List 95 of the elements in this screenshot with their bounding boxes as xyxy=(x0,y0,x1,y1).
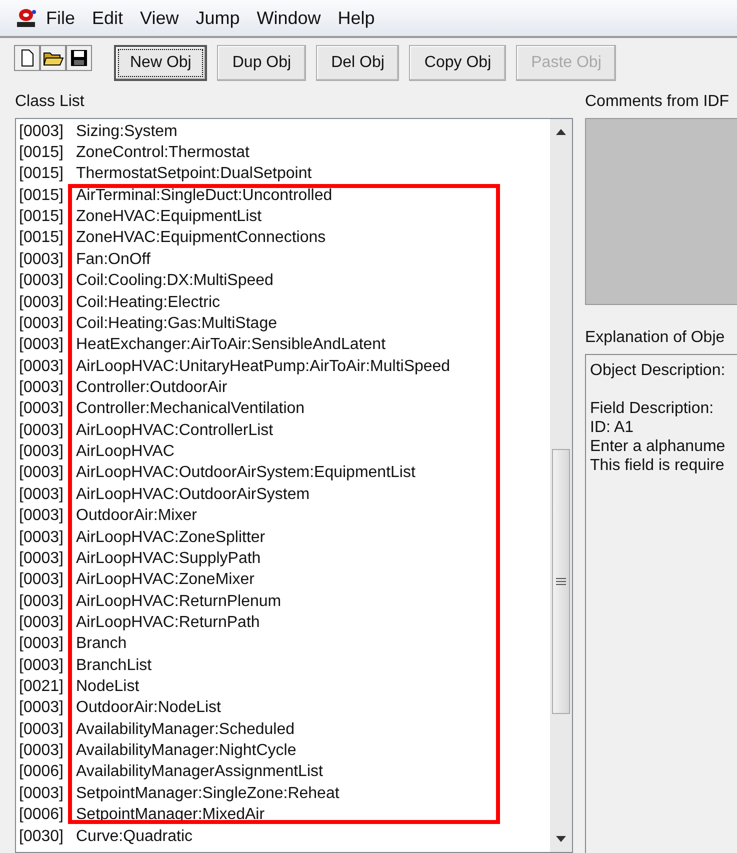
object-count: [0003] xyxy=(19,250,64,269)
class-name[interactable]: NodeList xyxy=(76,678,140,696)
object-count: [0003] xyxy=(19,592,64,611)
class-name[interactable]: Sizing:System xyxy=(76,122,178,141)
class-name[interactable]: SetpointManager:SingleZone:Reheat xyxy=(76,784,340,803)
class-name[interactable]: ThermostatSetpoint:DualSetpoint xyxy=(76,165,312,184)
class-name[interactable]: AirLoopHVAC:ReturnPlenum xyxy=(76,592,282,611)
class-name[interactable]: Coil:Heating:Electric xyxy=(76,294,220,312)
explanation-text: Enter a alphanume xyxy=(590,437,726,456)
grip-icon xyxy=(556,578,566,585)
object-count: [0003] xyxy=(19,571,64,590)
object-count: [0003] xyxy=(19,122,64,141)
class-name[interactable]: AirLoopHVAC:ControllerList xyxy=(76,422,274,440)
class-list-label: Class List xyxy=(15,93,86,111)
class-name[interactable]: OutdoorAir:NodeList xyxy=(76,699,221,718)
object-count: [0006] xyxy=(19,806,64,824)
class-name[interactable]: SetpointManager:MixedAir xyxy=(76,806,265,824)
scrollbar[interactable] xyxy=(550,119,572,852)
scroll-thumb[interactable] xyxy=(552,449,570,714)
object-count: [0015] xyxy=(19,208,64,226)
scroll-up-icon[interactable] xyxy=(556,129,566,135)
menu-item[interactable]: Help xyxy=(338,8,375,28)
open-folder-icon[interactable] xyxy=(40,45,66,71)
explanation-text: Field Description: xyxy=(590,399,715,418)
menu-item[interactable]: Jump xyxy=(196,8,240,28)
object-count: [0015] xyxy=(19,144,64,162)
class-name[interactable]: Branch xyxy=(76,635,127,654)
class-name[interactable]: Curve:Quadratic xyxy=(76,828,192,846)
toolbar-button[interactable]: Del Obj xyxy=(316,45,400,81)
class-name[interactable]: AirLoopHVAC:ZoneSplitter xyxy=(76,528,266,546)
class-name[interactable]: ZoneHVAC:EquipmentList xyxy=(76,208,262,226)
object-count: [0015] xyxy=(19,165,64,184)
class-name[interactable]: AirLoopHVAC:UnitaryHeatPump:AirToAir:MultiSpeed xyxy=(76,358,450,376)
class-name[interactable]: Fan:OnOff xyxy=(76,250,150,269)
comments-label: Comments from IDF xyxy=(585,93,730,111)
object-count: [0021] xyxy=(19,678,64,696)
explanation-text: Object Description: xyxy=(590,361,726,380)
explanation-text: This field is require xyxy=(590,456,726,475)
object-count: [0003] xyxy=(19,422,64,440)
class-name[interactable]: BranchList xyxy=(76,656,152,675)
class-name[interactable]: AirLoopHVAC:SupplyPath xyxy=(76,550,261,568)
explanation-label: Explanation of Obje xyxy=(585,329,726,347)
object-count: [0003] xyxy=(19,400,64,418)
app-logo-icon xyxy=(15,7,37,29)
object-count: [0003] xyxy=(19,742,64,760)
object-count: [0003] xyxy=(19,699,64,718)
toolbar-button[interactable]: Copy Obj xyxy=(409,45,506,81)
class-name[interactable]: AvailabilityManager:NightCycle xyxy=(76,742,296,760)
class-name[interactable]: AvailabilityManagerAssignmentList xyxy=(76,763,323,782)
object-count: [0003] xyxy=(19,358,64,376)
menu-item[interactable]: View xyxy=(140,8,179,28)
class-name[interactable]: Controller:MechanicalVentilation xyxy=(76,400,305,418)
object-count: [0003] xyxy=(19,784,64,803)
object-count: [0003] xyxy=(19,314,64,333)
class-name[interactable]: ZoneControl:Thermostat xyxy=(76,144,250,162)
toolbar-button[interactable]: New Obj xyxy=(114,45,208,81)
menu-item[interactable]: Edit xyxy=(92,8,124,28)
object-count: [0006] xyxy=(19,763,64,782)
class-name[interactable]: AirLoopHVAC:ReturnPath xyxy=(76,614,260,632)
class-name[interactable]: AvailabilityManager:Scheduled xyxy=(76,720,295,739)
class-name[interactable]: HeatExchanger:AirToAir:SensibleAndLatent xyxy=(76,336,386,354)
object-count: [0015] xyxy=(19,186,64,205)
save-icon[interactable] xyxy=(66,45,92,71)
object-count: [0003] xyxy=(19,272,64,290)
object-count: [0003] xyxy=(19,336,64,354)
explanation-text: ID: A1 xyxy=(590,418,635,437)
object-count: [0003] xyxy=(19,635,64,654)
class-name[interactable]: AirLoopHVAC:OutdoorAirSystem xyxy=(76,486,310,504)
class-name[interactable]: ZoneHVAC:EquipmentConnections xyxy=(76,229,326,248)
class-name[interactable]: AirLoopHVAC:ZoneMixer xyxy=(76,571,254,590)
object-count: [0003] xyxy=(19,614,64,632)
scroll-down-icon[interactable] xyxy=(556,836,566,842)
menu-item[interactable]: File xyxy=(46,8,76,28)
class-name[interactable]: AirTerminal:SingleDuct:Uncontrolled xyxy=(76,186,332,205)
object-count: [0015] xyxy=(19,229,64,248)
object-count: [0003] xyxy=(19,528,64,546)
class-name[interactable]: Controller:OutdoorAir xyxy=(76,378,228,397)
class-name[interactable]: Coil:Cooling:DX:MultiSpeed xyxy=(76,272,274,290)
object-count: [0030] xyxy=(19,828,64,846)
object-count: [0003] xyxy=(19,507,64,526)
new-file-icon[interactable] xyxy=(14,45,40,71)
class-name[interactable]: AirLoopHVAC:OutdoorAirSystem:EquipmentList xyxy=(76,464,416,482)
object-count: [0003] xyxy=(19,656,64,675)
object-count: [0003] xyxy=(19,378,64,397)
class-name[interactable]: OutdoorAir:Mixer xyxy=(76,507,197,526)
class-name[interactable]: AirLoopHVAC xyxy=(76,443,174,462)
object-count: [0003] xyxy=(19,550,64,568)
toolbar-button[interactable]: Dup Obj xyxy=(217,45,306,81)
object-count: [0003] xyxy=(19,294,64,312)
object-count: [0003] xyxy=(19,720,64,739)
object-count: [0003] xyxy=(19,486,64,504)
object-count: [0003] xyxy=(19,464,64,482)
object-count: [0003] xyxy=(19,443,64,462)
class-name[interactable]: Coil:Heating:Gas:MultiStage xyxy=(76,314,277,333)
menu-item[interactable]: Window xyxy=(256,8,321,28)
